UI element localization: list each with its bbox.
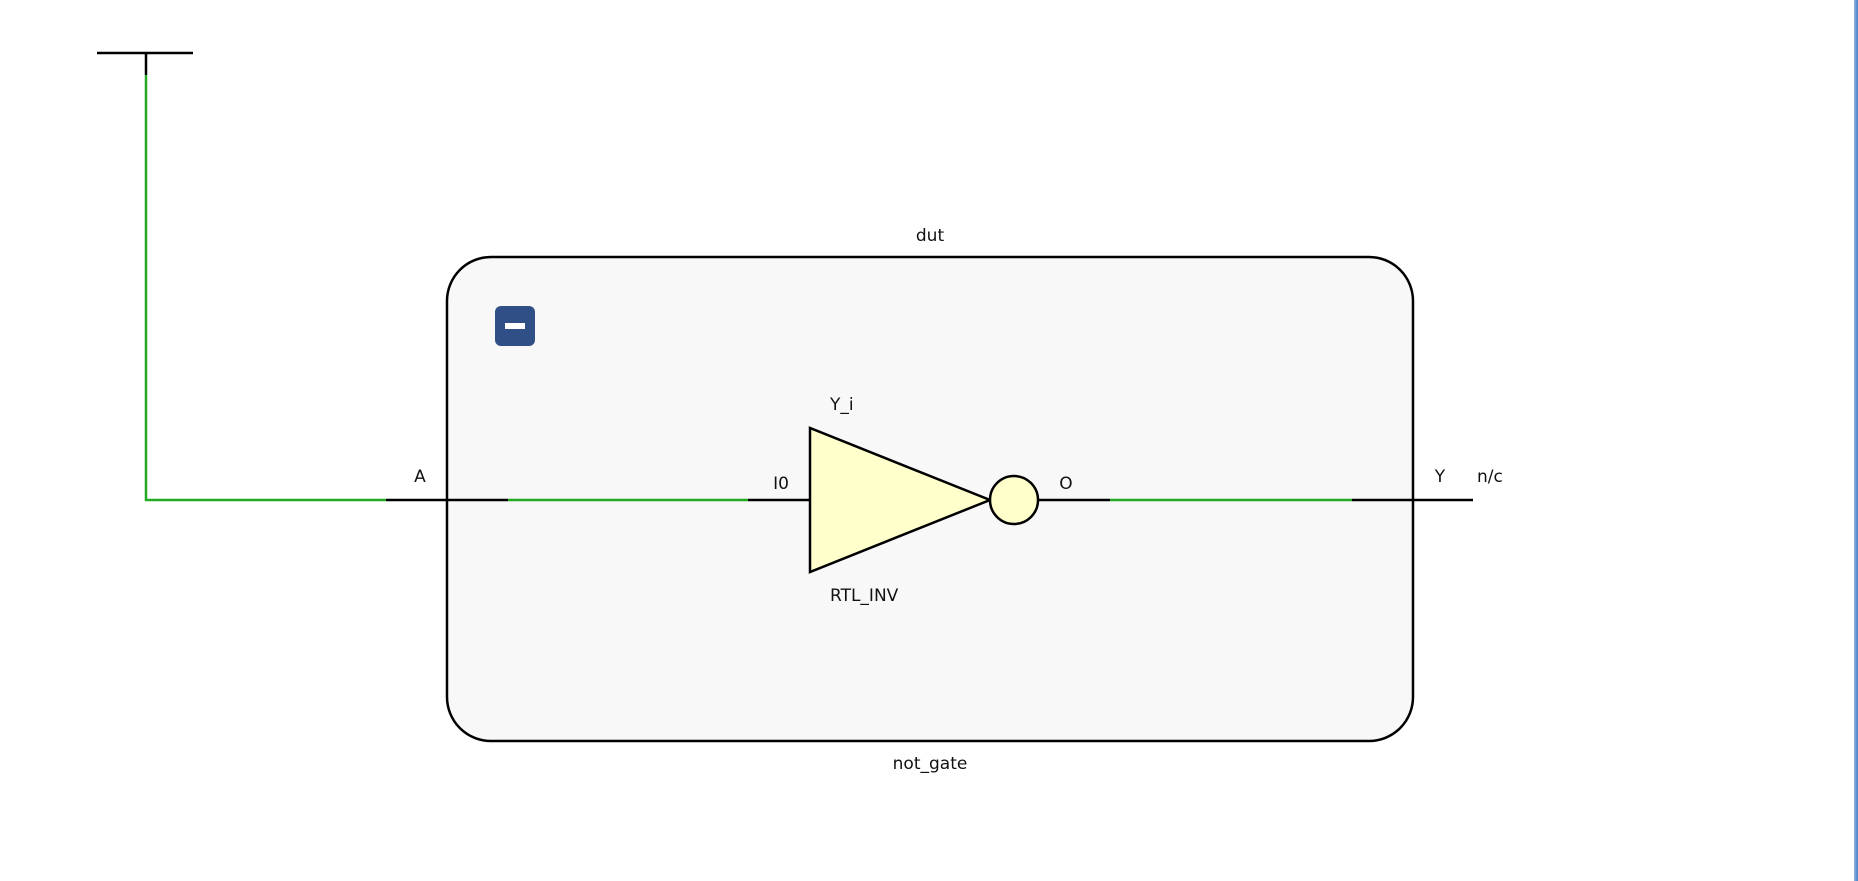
port-y-label: Y: [1434, 467, 1446, 487]
gate-instance-label: Y_i: [829, 395, 854, 415]
cell-instance-label: dut: [916, 226, 945, 246]
pin-i0-label: I0: [773, 474, 789, 494]
schematic-canvas[interactable]: dut not_gate A Y n/c Y_i RTL_INV I0 O: [0, 0, 1858, 881]
net-source-to-a[interactable]: [144, 75, 386, 502]
tee-source-icon: [97, 51, 193, 75]
pin-o-label: O: [1059, 474, 1072, 494]
port-y-status-label: n/c: [1477, 467, 1503, 487]
gate-type-label: RTL_INV: [830, 586, 899, 606]
collapse-button[interactable]: [495, 306, 535, 346]
port-a-label: A: [414, 467, 426, 487]
minus-icon: [505, 323, 525, 329]
window-edge: [1854, 0, 1858, 881]
inverter-bubble: [988, 474, 1040, 526]
cell-type-label: not_gate: [893, 754, 968, 774]
